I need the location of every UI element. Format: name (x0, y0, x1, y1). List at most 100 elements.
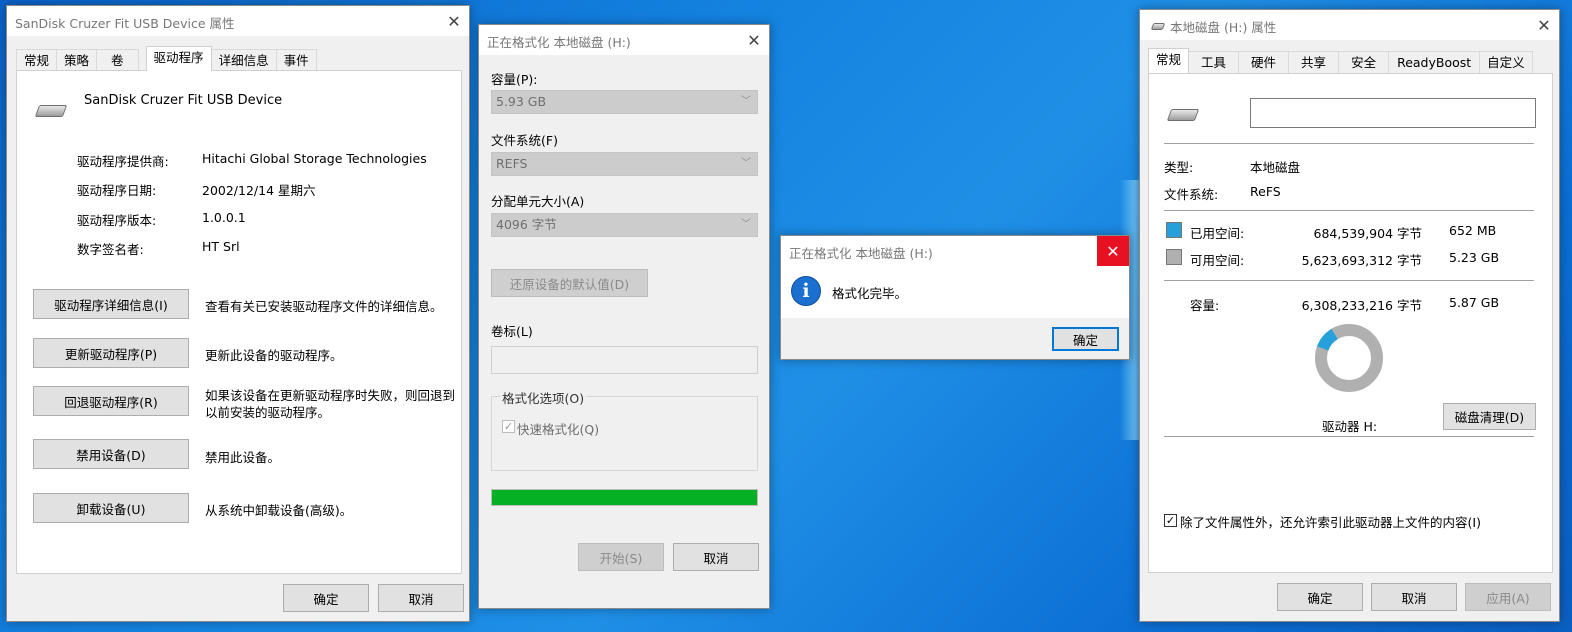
tab-details[interactable]: 详细信息 (210, 49, 277, 71)
free-space-swatch (1166, 249, 1182, 265)
quick-format-checkbox[interactable]: ✓ (502, 420, 515, 433)
device-name: SanDisk Cruzer Fit USB Device (84, 93, 283, 108)
close-icon[interactable]: ✕ (1529, 10, 1559, 40)
window-title: SanDisk Cruzer Fit USB Device 属性 (15, 16, 235, 31)
index-content-checkbox[interactable]: ✓ (1164, 514, 1177, 527)
rollback-driver-button[interactable]: 回退驱动程序(R) (33, 386, 189, 416)
divider (1164, 210, 1534, 211)
close-icon[interactable]: ✕ (1097, 236, 1129, 266)
close-icon[interactable]: ✕ (439, 6, 469, 36)
uninstall-device-button[interactable]: 卸载设备(U) (33, 493, 189, 523)
drive-label: 驱动器 H: (1322, 419, 1378, 434)
action-desc: 以前安装的驱动程序。 (205, 405, 331, 420)
format-progress-bar (491, 489, 758, 506)
filesystem-label: 文件系统(F) (491, 133, 558, 148)
tab-security[interactable]: 安全 (1338, 51, 1390, 73)
index-content-label: 除了文件属性外，还允许索引此驱动器上文件的内容(I) (1180, 515, 1481, 530)
action-desc: 查看有关已安装驱动程序文件的详细信息。 (205, 299, 443, 314)
usb-device-properties-window: SanDisk Cruzer Fit USB Device 属性 ✕ 常规 策略… (6, 5, 470, 622)
cancel-button[interactable]: 取消 (673, 543, 759, 571)
general-panel: 类型: 本地磁盘 文件系统: ReFS 已用空间: 684,539,904 字节… (1148, 73, 1553, 573)
filesystem-value: REFS (496, 156, 528, 171)
update-driver-button[interactable]: 更新驱动程序(P) (33, 338, 189, 368)
allocation-select[interactable]: 4096 字节 ﹀ (491, 213, 758, 237)
disable-device-button[interactable]: 禁用设备(D) (33, 439, 189, 469)
cancel-button[interactable]: 取消 (378, 584, 464, 612)
usb-drive-icon (34, 105, 68, 117)
window-title: 正在格式化 本地磁盘 (H:) (487, 35, 631, 50)
chevron-down-icon: ﹀ (741, 96, 751, 107)
volume-label-input[interactable] (491, 346, 758, 374)
tab-tools[interactable]: 工具 (1188, 51, 1240, 73)
titlebar: SanDisk Cruzer Fit USB Device 属性 ✕ (7, 6, 469, 36)
info-icon: i (791, 276, 821, 306)
capacity-select[interactable]: 5.93 GB ﹀ (491, 90, 758, 114)
tab-readyboost[interactable]: ReadyBoost (1388, 51, 1481, 73)
divider (1164, 143, 1534, 144)
progress-fill (492, 490, 757, 505)
driver-details-button[interactable]: 驱动程序详细信息(I) (33, 289, 189, 319)
tab-hardware[interactable]: 硬件 (1238, 51, 1290, 73)
prop-label: 数字签名者: (77, 242, 144, 257)
tab-general[interactable]: 常规 (16, 49, 58, 71)
free-space-bytes: 5,623,693,312 字节 (1301, 253, 1422, 268)
capacity-value: 5.93 GB (496, 94, 547, 109)
tab-strip: 常规 策略 卷 驱动程序 详细信息 事件 (16, 46, 317, 71)
message-area: i 格式化完毕。 (781, 266, 1129, 318)
tab-sharing[interactable]: 共享 (1288, 51, 1340, 73)
tab-customize[interactable]: 自定义 (1479, 51, 1533, 73)
ok-button[interactable]: 确定 (283, 584, 369, 612)
prop-label: 驱动程序版本: (77, 213, 157, 228)
tab-driver[interactable]: 驱动程序 (145, 46, 212, 71)
tab-strip: 常规 工具 硬件 共享 安全 ReadyBoost 自定义 (1148, 48, 1533, 73)
drive-icon (1150, 23, 1166, 30)
titlebar: 正在格式化 本地磁盘 (H:) ✕ (781, 236, 1129, 266)
drive-icon (1166, 109, 1200, 121)
filesystem-select[interactable]: REFS ﹀ (491, 152, 758, 176)
capacity-label: 容量(P): (491, 72, 538, 87)
used-space-label: 已用空间: (1190, 226, 1245, 241)
allocation-label: 分配单元大小(A) (491, 194, 585, 209)
disk-cleanup-button[interactable]: 磁盘清理(D) (1443, 403, 1536, 430)
window-title: 正在格式化 本地磁盘 (H:) (789, 246, 933, 261)
close-icon[interactable]: ✕ (739, 25, 769, 55)
volume-label-label: 卷标(L) (491, 324, 533, 339)
restore-defaults-button[interactable]: 还原设备的默认值(D) (491, 269, 648, 297)
action-desc: 禁用此设备。 (205, 450, 281, 465)
window-title: 本地磁盘 (H:) 属性 (1170, 20, 1277, 35)
action-desc: 从系统中卸载设备(高级)。 (205, 503, 353, 518)
format-options-label: 格式化选项(O) (500, 388, 587, 407)
free-space-size: 5.23 GB (1449, 250, 1500, 265)
used-space-swatch (1166, 222, 1182, 238)
apply-button[interactable]: 应用(A) (1465, 583, 1551, 611)
tab-general[interactable]: 常规 (1148, 48, 1190, 73)
prop-value: Hitachi Global Storage Technologies (202, 151, 427, 166)
type-label: 类型: (1164, 160, 1194, 175)
ok-button[interactable]: 确定 (1052, 327, 1119, 351)
chevron-down-icon: ﹀ (741, 219, 751, 230)
ok-button[interactable]: 确定 (1277, 583, 1363, 611)
chevron-down-icon: ﹀ (741, 158, 751, 169)
capacity-bytes: 6,308,233,216 字节 (1301, 298, 1422, 313)
titlebar: 本地磁盘 (H:) 属性 ✕ (1140, 10, 1559, 40)
divider (1164, 436, 1534, 437)
format-complete-dialog: 正在格式化 本地磁盘 (H:) ✕ i 格式化完毕。 确定 (780, 235, 1130, 360)
tab-policy[interactable]: 策略 (56, 49, 98, 71)
quick-format-label: 快速格式化(Q) (517, 422, 600, 437)
tab-volume[interactable]: 卷 (96, 49, 139, 71)
free-space-label: 可用空间: (1190, 253, 1245, 268)
tab-events[interactable]: 事件 (275, 49, 317, 71)
allocation-value: 4096 字节 (496, 217, 557, 232)
filesystem-value: ReFS (1250, 184, 1281, 199)
disk-properties-window: 本地磁盘 (H:) 属性 ✕ 常规 工具 硬件 共享 安全 ReadyBoost… (1139, 9, 1560, 622)
filesystem-label: 文件系统: (1164, 187, 1219, 202)
disk-usage-donut (1315, 324, 1383, 392)
prop-label: 驱动程序日期: (77, 183, 157, 198)
action-desc: 更新此设备的驱动程序。 (205, 348, 343, 363)
volume-name-input[interactable] (1250, 98, 1536, 128)
used-space-size: 652 MB (1449, 223, 1497, 238)
cancel-button[interactable]: 取消 (1371, 583, 1457, 611)
prop-label: 驱动程序提供商: (77, 154, 169, 169)
start-button[interactable]: 开始(S) (578, 543, 664, 571)
divider (1164, 280, 1534, 281)
